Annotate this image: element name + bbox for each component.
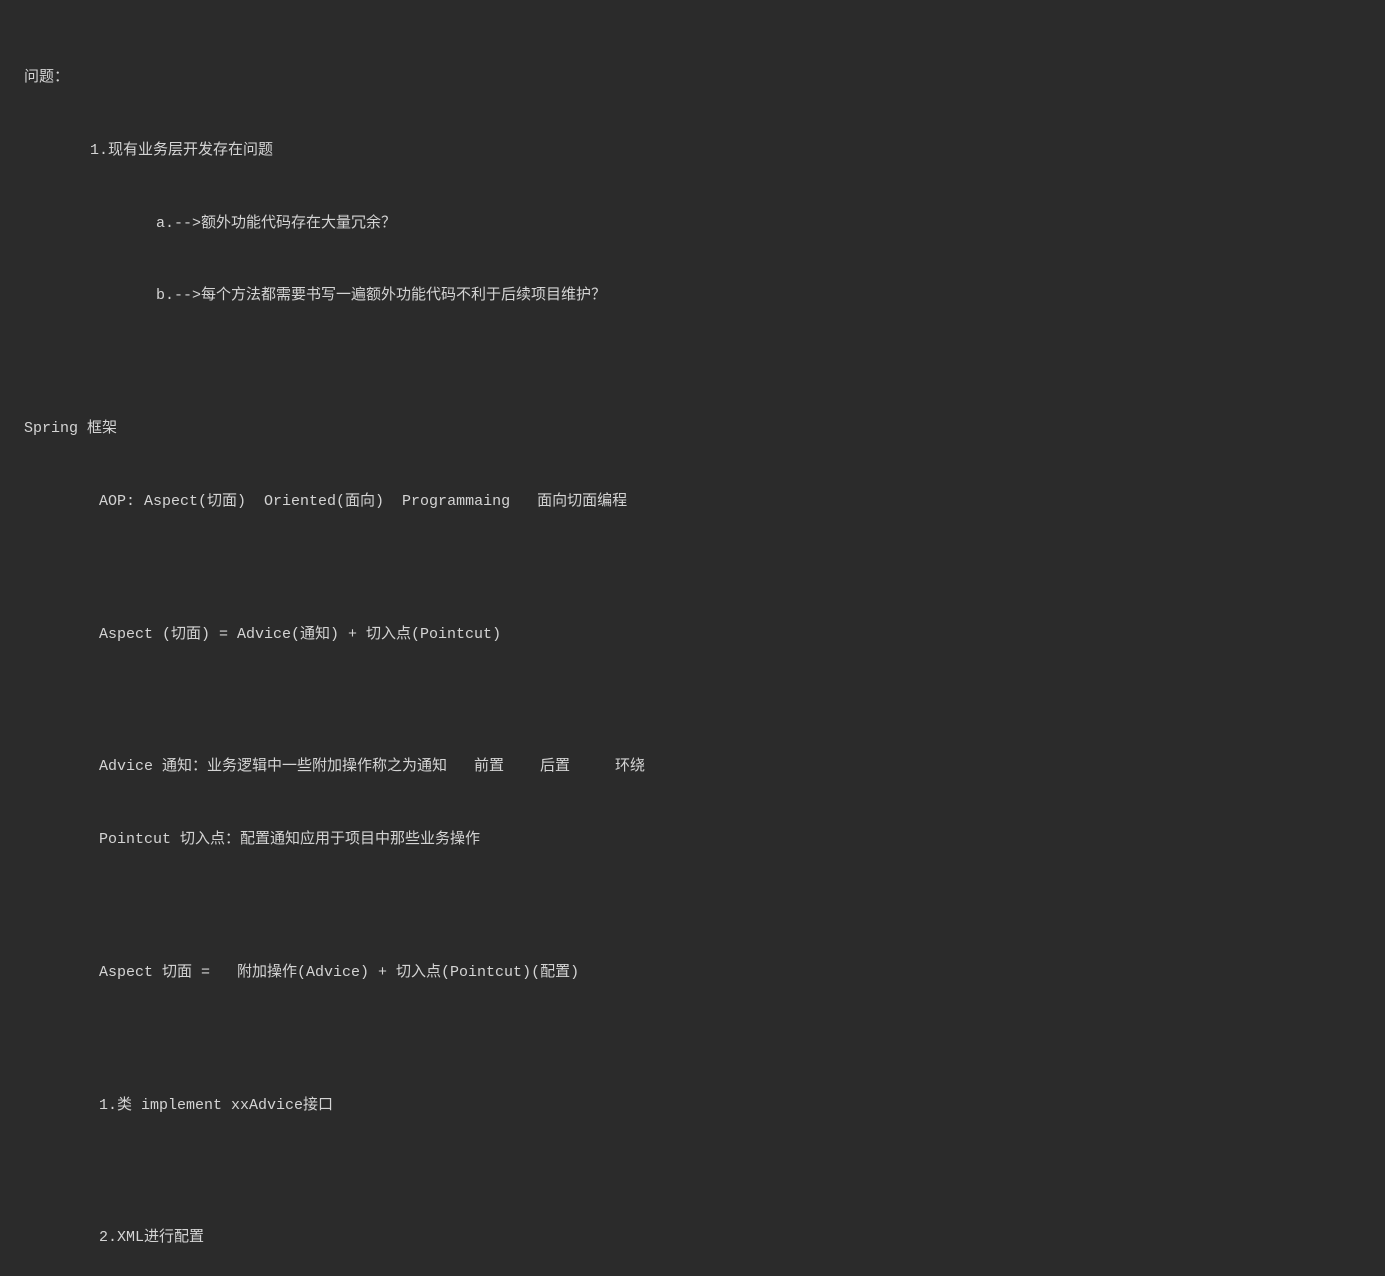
line-advice: Advice 通知：业务逻辑中一些附加操作称之为通知 前置 后置 环绕	[24, 755, 1361, 780]
spacer-1	[24, 357, 1361, 369]
title-line: 问题：	[24, 66, 1361, 91]
line-step2: 2.XML进行配置	[24, 1226, 1361, 1251]
main-content: 问题： 1.现有业务层开发存在问题 a.-->额外功能代码存在大量冗余？ b.-…	[24, 18, 1361, 1276]
spacer-2	[24, 563, 1361, 575]
spacer-4	[24, 901, 1361, 913]
line-spring: Spring 框架	[24, 417, 1361, 442]
line-2: a.-->额外功能代码存在大量冗余？	[24, 212, 1361, 237]
line-step1: 1.类 implement xxAdvice接口	[24, 1094, 1361, 1119]
line-pointcut: Pointcut 切入点：配置通知应用于项目中那些业务操作	[24, 828, 1361, 853]
spacer-6	[24, 1166, 1361, 1178]
line-aspect-eq: Aspect 切面 = 附加操作(Advice) + 切入点(Pointcut)…	[24, 961, 1361, 986]
line-aop: AOP: Aspect(切面) Oriented(面向) Programmain…	[24, 490, 1361, 515]
spacer-5	[24, 1034, 1361, 1046]
spacer-3	[24, 695, 1361, 707]
line-3: b.-->每个方法都需要书写一遍额外功能代码不利于后续项目维护？	[24, 284, 1361, 309]
line-aspect-def: Aspect (切面) = Advice(通知) + 切入点(Pointcut)	[24, 623, 1361, 648]
line-1: 1.现有业务层开发存在问题	[24, 139, 1361, 164]
